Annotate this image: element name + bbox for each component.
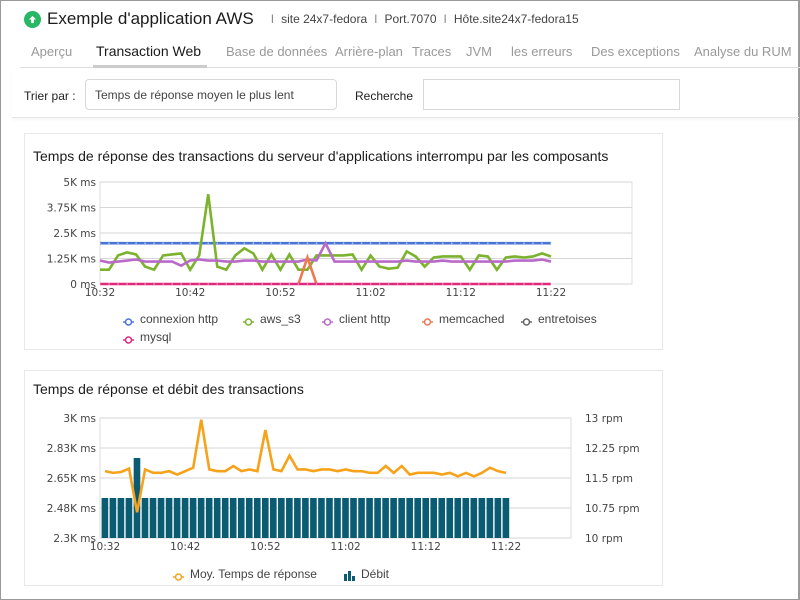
throughput-bar <box>326 498 333 538</box>
throughput-bar <box>117 498 125 538</box>
legend-label: Moy. Temps de réponse <box>190 567 317 581</box>
legend-marker-icon <box>173 570 184 581</box>
throughput-bar <box>342 498 349 538</box>
throughput-bar <box>318 498 325 538</box>
y-left-tick-label: 2.65K ms <box>47 473 96 485</box>
throughput-bar <box>294 498 301 538</box>
throughput-bar <box>374 498 381 538</box>
throughput-bar <box>454 498 462 538</box>
y-left-tick-label: 2.48K ms <box>47 503 96 515</box>
y-right-tick-label: 10.75 rpm <box>585 503 640 515</box>
y-left-tick-label: 3K ms <box>63 413 96 425</box>
throughput-bar <box>446 498 454 538</box>
throughput-bar <box>221 498 229 538</box>
throughput-bar <box>502 498 510 538</box>
throughput-bar <box>109 498 117 538</box>
throughput-bar <box>478 498 486 538</box>
x-tick-label: 10:42 <box>170 541 200 553</box>
throughput-bar <box>462 498 470 538</box>
throughput-bar <box>205 498 213 538</box>
throughput-bar <box>213 498 221 538</box>
legend-item-avg-response[interactable]: Moy. Temps de réponse <box>173 567 317 581</box>
throughput-bar <box>101 498 109 538</box>
throughput-bar <box>334 498 341 538</box>
throughput-bar <box>181 498 189 538</box>
throughput-bar <box>422 498 430 538</box>
throughput-bar <box>406 498 413 538</box>
throughput-bar <box>366 498 373 538</box>
throughput-bar <box>173 498 181 538</box>
throughput-bar <box>430 498 438 538</box>
x-tick-label: 10:52 <box>250 541 280 553</box>
throughput-bar <box>149 498 157 538</box>
throughput-bar <box>286 498 293 538</box>
throughput-bar <box>157 498 165 538</box>
throughput-bar <box>494 498 502 538</box>
throughput-bar <box>414 498 421 538</box>
throughput-bar <box>245 498 253 538</box>
x-tick-label: 11:02 <box>330 541 360 553</box>
y-right-tick-label: 12.25 rpm <box>585 443 640 455</box>
throughput-bar <box>302 498 309 538</box>
throughput-bar <box>253 498 261 538</box>
throughput-bar <box>310 498 317 538</box>
throughput-bar <box>165 498 173 538</box>
throughput-bar <box>358 498 365 538</box>
y-right-tick-label: 11.5 rpm <box>585 473 633 485</box>
throughput-bar <box>229 498 237 538</box>
throughput-bar <box>382 498 389 538</box>
bar-chart-icon <box>344 570 355 581</box>
throughput-bar <box>197 498 205 538</box>
x-tick-label: 10:32 <box>90 541 120 553</box>
throughput-bar <box>237 498 245 538</box>
y-left-tick-label: 2.83K ms <box>47 443 96 455</box>
throughput-bar <box>470 498 478 538</box>
throughput-bar <box>350 498 357 538</box>
throughput-bar <box>270 498 277 538</box>
y-right-tick-label: 10 rpm <box>585 533 623 545</box>
throughput-bar <box>486 498 494 538</box>
legend-label: Débit <box>361 567 390 581</box>
throughput-bar <box>398 498 405 538</box>
y-right-tick-label: 13 rpm <box>585 413 623 425</box>
legend-item-debit[interactable]: Débit <box>344 567 389 581</box>
throughput-bar <box>189 498 197 538</box>
x-tick-label: 11:22 <box>491 541 521 553</box>
throughput-bar <box>278 498 285 538</box>
throughput-bar <box>390 498 397 538</box>
x-tick-label: 11:12 <box>411 541 441 553</box>
response-throughput-chart: 2.3K ms2.48K ms2.65K ms2.83K ms3K ms10 r… <box>47 413 640 553</box>
throughput-bar <box>141 498 149 538</box>
throughput-bar <box>438 498 446 538</box>
throughput-bar <box>125 498 133 538</box>
throughput-bar <box>261 498 269 538</box>
